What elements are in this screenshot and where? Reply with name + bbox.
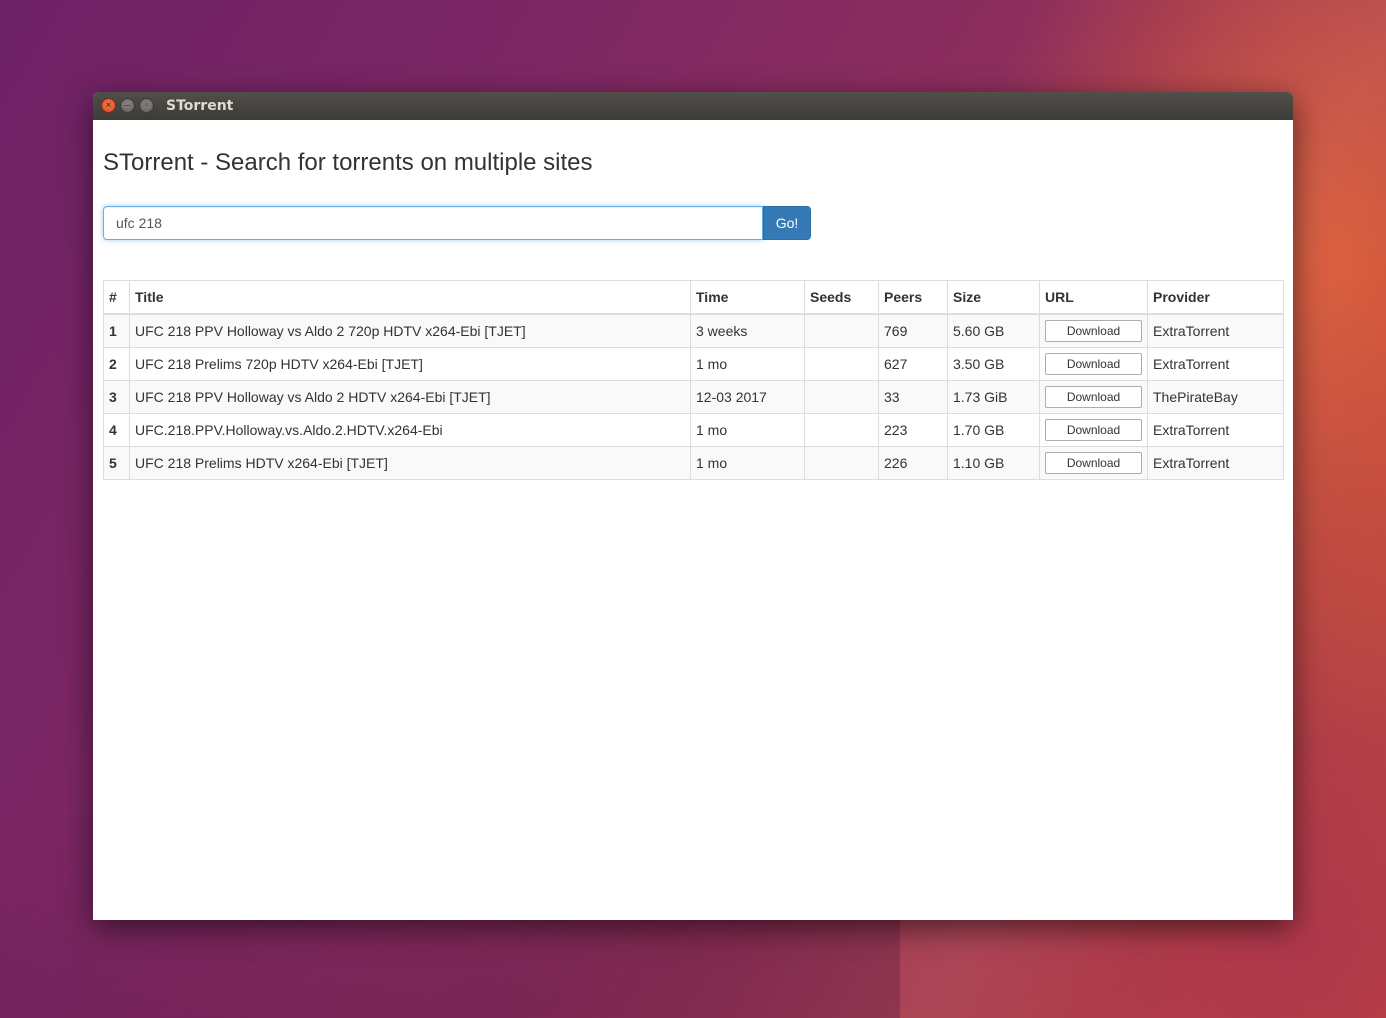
row-peers: 627 bbox=[878, 347, 948, 381]
go-button[interactable]: Go! bbox=[763, 206, 811, 240]
row-seeds bbox=[804, 413, 879, 447]
row-time: 3 weeks bbox=[690, 313, 805, 348]
table-row: 3 UFC 218 PPV Holloway vs Aldo 2 HDTV x26… bbox=[103, 380, 1284, 414]
table-header-row: # Title Time Seeds Peers Size URL Provider bbox=[103, 280, 1284, 315]
row-peers: 226 bbox=[878, 446, 948, 480]
row-title: UFC.218.PPV.Holloway.vs.Aldo.2.HDTV.x264… bbox=[129, 413, 691, 447]
row-size: 1.70 GB bbox=[947, 413, 1040, 447]
row-time: 1 mo bbox=[690, 347, 805, 381]
maximize-icon[interactable]: ▫ bbox=[139, 98, 154, 113]
row-title: UFC 218 PPV Holloway vs Aldo 2 720p HDTV… bbox=[129, 313, 691, 348]
row-size: 3.50 GB bbox=[947, 347, 1040, 381]
row-provider: ExtraTorrent bbox=[1147, 347, 1284, 381]
row-seeds bbox=[804, 446, 879, 480]
desktop-background: × – ▫ STorrent STorrent - Search for tor… bbox=[0, 0, 1386, 1018]
row-url: Download bbox=[1039, 413, 1148, 447]
column-header: Provider bbox=[1147, 280, 1284, 315]
row-peers: 223 bbox=[878, 413, 948, 447]
row-number: 2 bbox=[103, 347, 130, 381]
row-number: 1 bbox=[103, 313, 130, 348]
download-button[interactable]: Download bbox=[1045, 320, 1142, 342]
window-title: STorrent bbox=[166, 98, 234, 114]
search-input[interactable] bbox=[103, 206, 763, 240]
row-time: 12-03 2017 bbox=[690, 380, 805, 414]
row-size: 1.10 GB bbox=[947, 446, 1040, 480]
results-table: # Title Time Seeds Peers Size URL Provider 1 UFC… bbox=[103, 280, 1284, 480]
row-title: UFC 218 Prelims 720p HDTV x264-Ebi [TJET… bbox=[129, 347, 691, 381]
table-row: 5 UFC 218 Prelims HDTV x264-Ebi [TJET] 1 m… bbox=[103, 446, 1284, 480]
row-provider: ExtraTorrent bbox=[1147, 413, 1284, 447]
row-peers: 769 bbox=[878, 313, 948, 348]
row-url: Download bbox=[1039, 380, 1148, 414]
row-provider: ExtraTorrent bbox=[1147, 446, 1284, 480]
table-row: 1 UFC 218 PPV Holloway vs Aldo 2 720p HDT… bbox=[103, 313, 1284, 348]
download-button[interactable]: Download bbox=[1045, 353, 1142, 375]
column-header: Seeds bbox=[804, 280, 879, 315]
row-url: Download bbox=[1039, 313, 1148, 348]
row-provider: ThePirateBay bbox=[1147, 380, 1284, 414]
row-number: 3 bbox=[103, 380, 130, 414]
search-bar: Go! bbox=[103, 206, 1283, 240]
row-url: Download bbox=[1039, 347, 1148, 381]
column-header: Peers bbox=[878, 280, 948, 315]
app-window: × – ▫ STorrent STorrent - Search for tor… bbox=[93, 92, 1293, 920]
row-size: 5.60 GB bbox=[947, 313, 1040, 348]
column-header: URL bbox=[1039, 280, 1148, 315]
row-seeds bbox=[804, 347, 879, 381]
row-time: 1 mo bbox=[690, 413, 805, 447]
row-seeds bbox=[804, 380, 879, 414]
column-header: Title bbox=[129, 280, 691, 315]
row-peers: 33 bbox=[878, 380, 948, 414]
row-title: UFC 218 PPV Holloway vs Aldo 2 HDTV x264… bbox=[129, 380, 691, 414]
row-provider: ExtraTorrent bbox=[1147, 313, 1284, 348]
table-row: 4 UFC.218.PPV.Holloway.vs.Aldo.2.HDTV.x26… bbox=[103, 413, 1284, 447]
minimize-icon[interactable]: – bbox=[120, 98, 135, 113]
close-icon[interactable]: × bbox=[101, 98, 116, 113]
column-header: Size bbox=[947, 280, 1040, 315]
row-seeds bbox=[804, 313, 879, 348]
main-content: STorrent - Search for torrents on multip… bbox=[93, 120, 1293, 480]
window-titlebar[interactable]: × – ▫ STorrent bbox=[93, 92, 1293, 120]
table-header: # Title Time Seeds Peers Size URL Provider bbox=[103, 280, 1284, 315]
table-row: 2 UFC 218 Prelims 720p HDTV x264-Ebi [TJE… bbox=[103, 347, 1284, 381]
table-body: 1 UFC 218 PPV Holloway vs Aldo 2 720p HDT… bbox=[103, 313, 1284, 480]
row-number: 5 bbox=[103, 446, 130, 480]
row-title: UFC 218 Prelims HDTV x264-Ebi [TJET] bbox=[129, 446, 691, 480]
row-time: 1 mo bbox=[690, 446, 805, 480]
row-size: 1.73 GiB bbox=[947, 380, 1040, 414]
download-button[interactable]: Download bbox=[1045, 419, 1142, 441]
download-button[interactable]: Download bbox=[1045, 452, 1142, 474]
column-header: Time bbox=[690, 280, 805, 315]
download-button[interactable]: Download bbox=[1045, 386, 1142, 408]
row-number: 4 bbox=[103, 413, 130, 447]
column-header: # bbox=[103, 280, 130, 315]
page-title: STorrent - Search for torrents on multip… bbox=[103, 149, 593, 176]
row-url: Download bbox=[1039, 446, 1148, 480]
